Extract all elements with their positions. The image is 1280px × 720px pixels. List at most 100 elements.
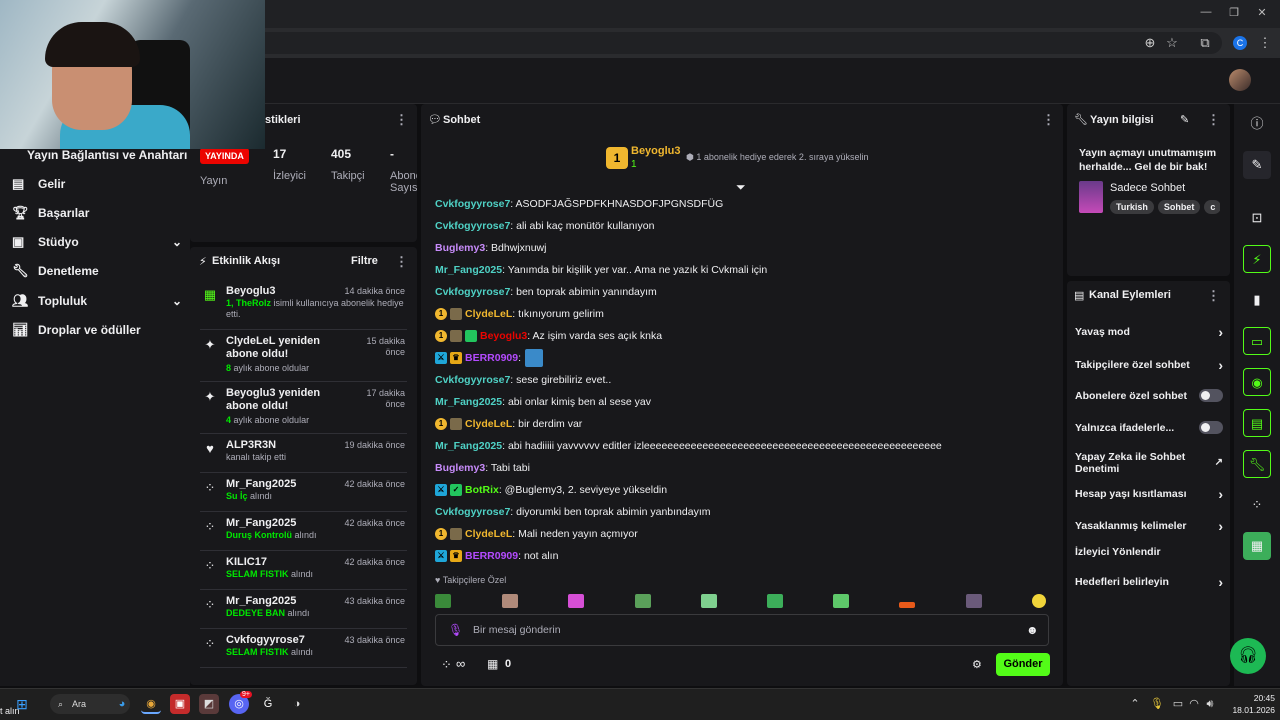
chat-message[interactable]: Mr_Fang2025: abi onlar kimiş ben al sese… — [435, 393, 651, 411]
more-options-icon[interactable]: ⋮ — [1207, 112, 1220, 128]
chat-message[interactable]: Buglemy3: Bdhwjxnuwj — [435, 239, 546, 257]
collapse-pin-icon[interactable]: ⏷ — [736, 180, 746, 195]
emoji-icon[interactable]: ☻ — [1026, 623, 1039, 637]
chat-username[interactable]: Cvkfogyyrose7 — [435, 374, 510, 386]
tag[interactable]: Turkish — [1110, 200, 1154, 214]
bolt-icon[interactable]: ⚡︎ — [1243, 245, 1271, 273]
minimize-icon[interactable]: — — [1196, 6, 1216, 22]
emote[interactable] — [767, 594, 783, 608]
feed-item[interactable]: ⁘ Cvkfogyyrose7 43 dakika önce SELAM FISTIK… — [200, 634, 407, 668]
chat-message[interactable]: Cvkfogyyrose7: sese girebiliriz evet.. — [435, 371, 611, 389]
bookmark-star-icon[interactable]: ☆ — [1163, 34, 1181, 52]
sidebar-item-moderation[interactable]: 🔧︎ Denetleme — [12, 260, 182, 282]
channel-action-item[interactable]: Takipçilere özel sohbet › — [1075, 357, 1223, 373]
broadcast-icon[interactable]: ◉ — [1243, 368, 1271, 396]
chat-username[interactable]: ClydeLeL — [465, 308, 512, 320]
emote[interactable] — [1032, 594, 1046, 608]
edge-icon[interactable]: ◕ — [112, 694, 132, 714]
stream-key-link[interactable]: Yayın Bağlantısı ve Anahtarı — [27, 148, 187, 162]
chat-input[interactable]: 🎙︎ Bir mesaj gönderin ☻ — [435, 614, 1049, 646]
chat-message[interactable]: Cvkfogyyrose7: diyorumki ben toprak abim… — [435, 503, 710, 521]
windows-start-icon[interactable]: ⊞ — [12, 694, 32, 714]
chat-message[interactable]: 1 Beyoglu3: Az işim varda ses açık knka — [435, 327, 662, 345]
points-icon[interactable]: ⁘ — [441, 657, 452, 673]
feed-item[interactable]: ▦ Beyoglu3 14 dakika önce 1, TheRolz isimli… — [200, 285, 407, 330]
channel-action-item[interactable]: Hedefleri belirleyin › — [1075, 574, 1223, 590]
settings-gear-icon[interactable]: ⚙ — [972, 658, 982, 671]
more-options-icon[interactable]: ⋮ — [395, 112, 408, 128]
sidebar-item-community[interactable]: 👥︎ Topluluk ⌄ — [12, 290, 182, 312]
emote[interactable] — [635, 594, 651, 608]
gift-box-icon[interactable]: ▦ — [487, 657, 498, 671]
sidebar-item-studio[interactable]: ▣ Stüdyo ⌄ — [12, 231, 182, 253]
emote-row[interactable] — [435, 594, 1046, 610]
chat-message[interactable]: Mr_Fang2025: abi hadiiiii yavvvvvv editl… — [435, 437, 942, 455]
chat-username[interactable]: Buglemy3 — [435, 242, 485, 254]
chat-message[interactable]: ⚔ ✓ BotRix: @Buglemy3, 2. seviyeye yükseld… — [435, 481, 667, 499]
game-icon[interactable]: ▦ — [1243, 532, 1271, 560]
browser-menu-icon[interactable]: ⋮ — [1256, 34, 1274, 52]
wrench-icon[interactable]: 🔧︎ — [1243, 450, 1271, 478]
category-thumbnail[interactable] — [1079, 181, 1103, 213]
zoom-icon[interactable]: ⊕ — [1141, 34, 1159, 52]
feed-item[interactable]: ♥ ALP3R3N 19 dakika önce kanalı takip etti — [200, 439, 407, 473]
channel-action-item[interactable]: Yalnızca ifadelerle... — [1075, 421, 1223, 434]
edit-pencil-icon[interactable]: ✎ — [1180, 113, 1189, 126]
channel-action-item[interactable]: Abonelere özel sohbet — [1075, 389, 1223, 402]
chat-username[interactable]: Beyoglu3 — [480, 330, 527, 342]
emote[interactable] — [899, 602, 915, 608]
sidebar-item-drops[interactable]: 📊︎ Droplar ve ödüller — [12, 319, 182, 341]
more-options-icon[interactable]: ⋮ — [1207, 288, 1220, 304]
chat-message[interactable]: Cvkfogyyrose7: ali abi kaç monütör kulla… — [435, 217, 654, 235]
emote[interactable] — [966, 594, 982, 608]
microphone-icon[interactable]: 🎙︎ — [448, 623, 463, 637]
chat-username[interactable]: Cvkfogyyrose7 — [435, 198, 510, 210]
tag[interactable]: Sohbet — [1157, 200, 1201, 214]
chat-message[interactable]: Cvkfogyyrose7: ben toprak abimin yanında… — [435, 283, 657, 301]
user-avatar[interactable] — [1229, 69, 1251, 91]
points-icon[interactable]: ⁘ — [1243, 491, 1271, 519]
channel-action-item[interactable]: İzleyici Yönlendir — [1075, 546, 1223, 558]
document-icon[interactable]: ▮ — [1243, 286, 1271, 314]
emote[interactable] — [435, 594, 451, 608]
filter-button[interactable]: Filtre — [351, 255, 378, 267]
category-name[interactable]: Sadece Sohbet — [1110, 182, 1185, 194]
more-options-icon[interactable]: ⋮ — [1042, 112, 1055, 128]
camera-icon[interactable]: ⊡ — [1243, 204, 1271, 232]
pinned-user[interactable]: Beyoglu3 — [631, 145, 681, 157]
sidebar-item-revenue[interactable]: ▤ Gelir — [12, 173, 182, 195]
profile-icon[interactable]: C — [1233, 36, 1247, 50]
chat-username[interactable]: BotRix — [465, 484, 499, 496]
channel-action-item[interactable]: Yavaş mod › — [1075, 324, 1223, 340]
chat-username[interactable]: ClydeLeL — [465, 418, 512, 430]
restore-icon[interactable]: ❐ — [1224, 6, 1244, 22]
app-icon-g[interactable]: Ğ — [258, 694, 278, 714]
app-icon-red[interactable]: ▣ — [170, 694, 190, 714]
channel-action-item[interactable]: Yasaklanmış kelimeler › — [1075, 518, 1223, 534]
feed-item[interactable]: ⁘ Mr_Fang2025 42 dakika önce Duruş Kontrolü… — [200, 517, 407, 551]
feed-item[interactable]: ⁘ KILIC17 42 dakika önce SELAM FISTIK alınd… — [200, 556, 407, 590]
chrome-icon[interactable]: ◉ — [141, 694, 161, 714]
support-headset-icon[interactable]: 🎧︎ — [1230, 638, 1266, 674]
chat-icon[interactable]: ▭ — [1243, 327, 1271, 355]
channel-action-item[interactable]: Yapay Zeka ile Sohbet Denetimi ↗ — [1075, 451, 1223, 475]
toggle-switch[interactable] — [1199, 389, 1223, 402]
chat-username[interactable]: Mr_Fang2025 — [435, 396, 502, 408]
mic-tray-icon[interactable]: 🎙︎ — [1147, 694, 1167, 714]
mod-tools-icon[interactable]: ▤ — [1243, 409, 1271, 437]
edit-icon[interactable]: ✎ — [1243, 151, 1271, 179]
chat-username[interactable]: Mr_Fang2025 — [435, 440, 502, 452]
chat-username[interactable]: BERR0909 — [465, 550, 518, 562]
chat-message[interactable]: 1 ClydeLeL: tıkınıyorum gelirim — [435, 305, 604, 323]
volume-icon[interactable]: 🔊︎ — [1200, 694, 1220, 714]
clock-time[interactable]: 20:45 — [1230, 693, 1275, 703]
sidebar-item-achievements[interactable]: 🏆︎ Başarılar — [12, 202, 182, 224]
omnibox[interactable] — [150, 32, 1222, 54]
channel-action-item[interactable]: Hesap yaşı kısıtlaması › — [1075, 486, 1223, 502]
chat-message[interactable]: Cvkfogyyrose7: ASODFJAĞSPDFKHNASDOFJPGNS… — [435, 195, 723, 213]
info-icon[interactable]: ⓘ — [1243, 110, 1271, 138]
more-options-icon[interactable]: ⋮ — [395, 254, 408, 270]
extensions-icon[interactable]: ⧉ — [1196, 34, 1214, 52]
emote[interactable] — [833, 594, 849, 608]
chat-username[interactable]: ClydeLeL — [465, 528, 512, 540]
